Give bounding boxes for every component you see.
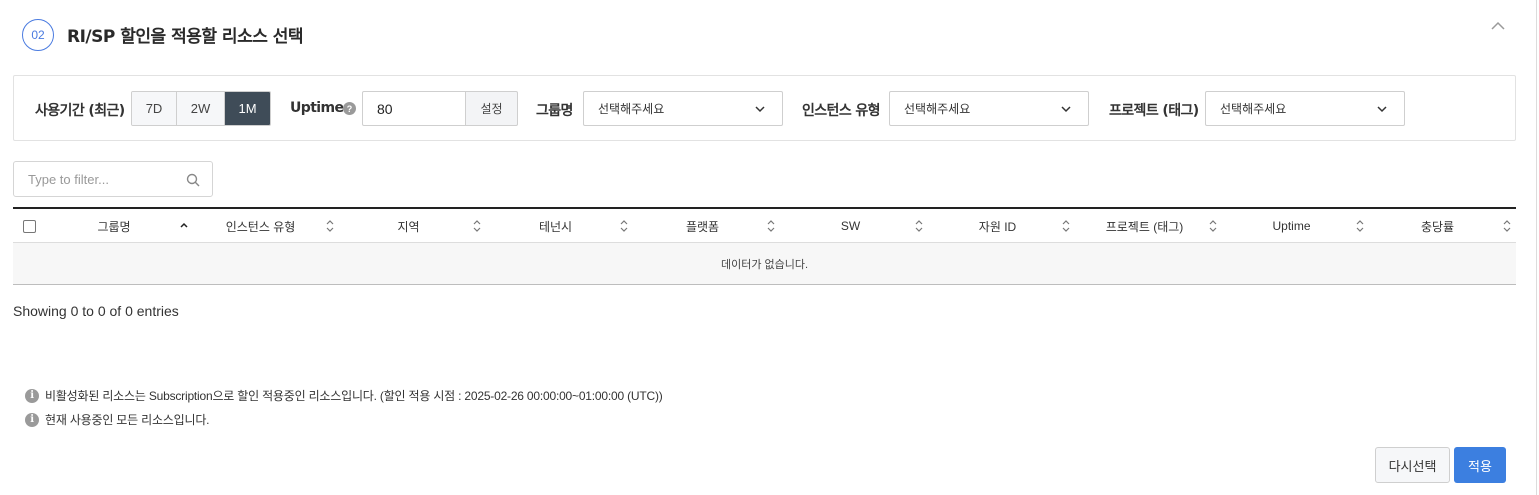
column-label: SW [840, 219, 861, 233]
period-2w-button[interactable]: 2W [177, 92, 225, 125]
sort-asc-icon [180, 222, 188, 228]
period-label: 사용기간 (최근) [35, 103, 125, 119]
column-label: 플랫폼 [685, 219, 720, 234]
column-label: 프로젝트 (태그) [1105, 219, 1184, 234]
period-1m-button[interactable]: 1M [225, 92, 270, 125]
select-all-checkbox[interactable] [23, 220, 36, 233]
page-title: RI/SP 할인을 적용할 리소스 선택 [67, 27, 304, 47]
sort-icon [915, 220, 923, 232]
instance-type-select[interactable]: 선택해주세요 [889, 91, 1089, 126]
step-number-badge: 02 [22, 19, 54, 51]
info-icon: i [25, 388, 39, 403]
reselect-button[interactable]: 다시선택 [1375, 447, 1450, 483]
column-header-coverage[interactable]: 충당률 [1375, 209, 1511, 243]
group-label: 그룹명 [536, 103, 573, 119]
column-label: 자원 ID [978, 219, 1017, 234]
column-header-tenancy[interactable]: 테넌시 [493, 209, 628, 243]
sort-icon [620, 220, 628, 232]
sort-icon [1209, 220, 1217, 232]
sort-icon [326, 220, 334, 232]
instance-type-select-value: 선택해주세요 [904, 102, 971, 116]
column-label: 테넌시 [538, 219, 573, 234]
group-select[interactable]: 선택해주세요 [583, 91, 783, 126]
collapse-chevron-up-icon[interactable] [1486, 18, 1510, 36]
column-label: 지역 [397, 219, 420, 234]
filter-panel: 사용기간 (최근) 7D 2W 1M Uptime ? 80 설정 그룹명 선택… [13, 75, 1516, 141]
column-label: 그룹명 [97, 219, 131, 234]
column-label: Uptime [1272, 219, 1311, 233]
apply-button[interactable]: 적용 [1454, 447, 1506, 483]
info-note: i 현재 사용중인 모든 리소스입니다. [25, 411, 210, 428]
sort-icon [767, 220, 775, 232]
sort-icon [1503, 220, 1511, 232]
info-note-text: 비활성화된 리소스는 Subscription으로 할인 적용중인 리소스입니다… [45, 389, 663, 403]
column-header-project-tag[interactable]: 프로젝트 (태그) [1082, 209, 1217, 243]
column-header-group[interactable]: 그룹명 [53, 209, 188, 243]
column-header-region[interactable]: 지역 [346, 209, 481, 243]
search-icon [186, 173, 200, 187]
column-header-sw[interactable]: SW [788, 209, 923, 243]
sort-icon [1062, 220, 1070, 232]
right-border [1536, 0, 1537, 495]
uptime-label: Uptime [290, 100, 344, 116]
uptime-set-button[interactable]: 설정 [465, 91, 518, 126]
project-tag-select-value: 선택해주세요 [1220, 102, 1287, 116]
period-toggle-group: 7D 2W 1M [131, 91, 271, 126]
column-header-platform[interactable]: 플랫폼 [640, 209, 775, 243]
column-label: 인스턴스 유형 [225, 219, 296, 234]
project-tag-select[interactable]: 선택해주세요 [1205, 91, 1405, 126]
column-header-uptime[interactable]: Uptime [1229, 209, 1364, 243]
instance-type-label: 인스턴스 유형 [802, 103, 881, 119]
info-note-text: 현재 사용중인 모든 리소스입니다. [45, 413, 210, 427]
column-label: 충당률 [1420, 219, 1455, 234]
help-question-icon[interactable]: ? [343, 102, 356, 115]
table-header-row: 그룹명 인스턴스 유형 지역 테넌시 플랫폼 SW 자원 ID 프로젝트 (태그… [13, 207, 1516, 243]
resource-table: 그룹명 인스턴스 유형 지역 테넌시 플랫폼 SW 자원 ID 프로젝트 (태그… [13, 207, 1516, 285]
group-select-value: 선택해주세요 [598, 102, 665, 116]
table-filter-input[interactable]: Type to filter... [13, 161, 213, 197]
uptime-input[interactable]: 80 [362, 91, 466, 126]
chevron-down-icon [755, 106, 765, 113]
column-header-resource-id[interactable]: 자원 ID [935, 209, 1070, 243]
chevron-down-icon [1061, 106, 1071, 113]
empty-table-row: 데이터가 없습니다. [13, 243, 1516, 285]
project-tag-label: 프로젝트 (태그) [1109, 103, 1199, 119]
column-header-instance-type[interactable]: 인스턴스 유형 [198, 209, 334, 243]
sort-icon [1356, 220, 1364, 232]
info-note: i 비활성화된 리소스는 Subscription으로 할인 적용중인 리소스입… [25, 387, 663, 404]
table-filter-placeholder: Type to filter... [28, 171, 109, 187]
sort-icon [473, 220, 481, 232]
entries-info: Showing 0 to 0 of 0 entries [13, 303, 179, 319]
period-7d-button[interactable]: 7D [132, 92, 177, 125]
chevron-down-icon [1377, 106, 1387, 113]
info-icon: i [25, 412, 39, 427]
